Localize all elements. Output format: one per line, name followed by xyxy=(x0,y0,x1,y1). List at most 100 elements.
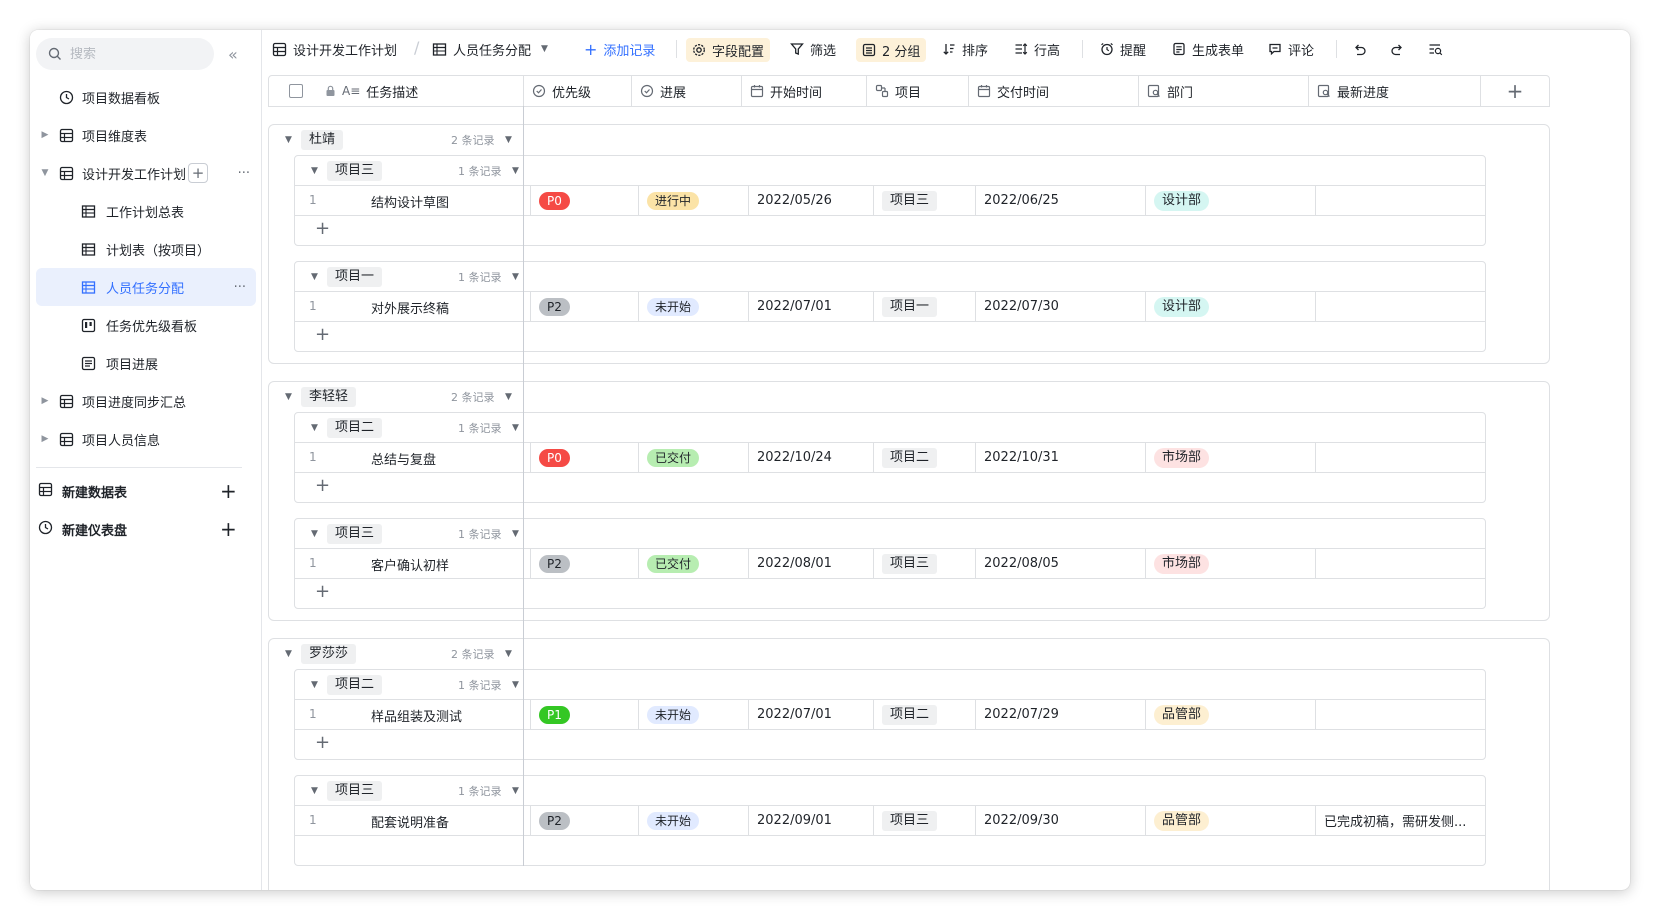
task-cell[interactable]: 1 配套说明准备 xyxy=(295,806,531,835)
project-cell[interactable]: 项目三 xyxy=(874,549,976,578)
department-cell[interactable]: 品管部 xyxy=(1146,806,1316,835)
due-date-cell[interactable]: 2022/08/05 xyxy=(976,549,1146,578)
table-name-crumb[interactable]: 设计开发工作计划 xyxy=(272,30,397,68)
view-switcher[interactable]: 人员任务分配 ▼ xyxy=(432,30,548,68)
sidebar-item-dev-plan[interactable]: ▼ 设计开发工作计划 + ··· xyxy=(30,154,262,192)
search-records-button[interactable] xyxy=(1428,30,1443,68)
generate-form-button[interactable]: 生成表单 xyxy=(1172,30,1244,68)
due-date-cell[interactable]: 2022/07/30 xyxy=(976,292,1146,321)
table-row[interactable]: 1 样品组装及测试 P1 未开始 2022/07/01 项目二 2022/07/… xyxy=(295,699,1485,730)
sidebar-item-project-dashboard[interactable]: 项目数据看板 xyxy=(30,78,262,116)
project-cell[interactable]: 项目三 xyxy=(874,186,976,215)
latest-progress-cell[interactable] xyxy=(1316,186,1486,215)
latest-progress-cell[interactable] xyxy=(1316,700,1486,729)
add-column-button[interactable]: + xyxy=(1481,76,1549,106)
collapse-group-icon[interactable]: ▼ xyxy=(311,272,318,282)
sidebar-item-progress-summary[interactable]: ▶ 项目进度同步汇总 xyxy=(30,382,262,420)
task-cell[interactable]: 1 样品组装及测试 xyxy=(295,700,531,729)
group-menu-icon[interactable]: ▼ xyxy=(505,392,512,402)
latest-progress-cell[interactable] xyxy=(1316,292,1486,321)
filter-button[interactable]: 筛选 xyxy=(790,30,836,68)
project-cell[interactable]: 项目二 xyxy=(874,443,976,472)
task-cell[interactable]: 1 总结与复盘 xyxy=(295,443,531,472)
field-config-button[interactable]: 字段配置 xyxy=(686,38,771,62)
table-row[interactable]: 1 总结与复盘 P0 已交付 2022/10/24 项目二 2022/10/31… xyxy=(295,442,1485,473)
priority-cell[interactable]: P1 xyxy=(531,700,639,729)
expand-arrow-icon[interactable]: ▶ xyxy=(40,434,50,444)
department-cell[interactable]: 市场部 xyxy=(1146,443,1316,472)
add-record-button[interactable]: + 添加记录 xyxy=(584,30,655,68)
group-menu-icon[interactable]: ▼ xyxy=(512,272,519,282)
add-row-button[interactable]: + xyxy=(315,732,330,753)
select-all-checkbox[interactable] xyxy=(289,84,303,98)
latest-progress-cell[interactable] xyxy=(1316,549,1486,578)
start-date-cell[interactable]: 2022/08/01 xyxy=(749,549,874,578)
task-cell[interactable]: 1 客户确认初样 xyxy=(295,549,531,578)
due-date-cell[interactable]: 2022/06/25 xyxy=(976,186,1146,215)
group-menu-icon[interactable]: ▼ xyxy=(505,135,512,145)
expand-arrow-icon[interactable]: ▶ xyxy=(40,396,50,406)
sidebar-item-staff-info[interactable]: ▶ 项目人员信息 xyxy=(30,420,262,458)
start-date-cell[interactable]: 2022/10/24 xyxy=(749,443,874,472)
priority-cell[interactable]: P2 xyxy=(531,806,639,835)
department-cell[interactable]: 设计部 xyxy=(1146,186,1316,215)
department-cell[interactable]: 品管部 xyxy=(1146,700,1316,729)
table-row[interactable]: 1 结构设计草图 P0 进行中 2022/05/26 项目三 2022/06/2… xyxy=(295,185,1485,216)
group-menu-icon[interactable]: ▼ xyxy=(512,423,519,433)
start-date-cell[interactable]: 2022/09/01 xyxy=(749,806,874,835)
department-cell[interactable]: 设计部 xyxy=(1146,292,1316,321)
group-menu-icon[interactable]: ▼ xyxy=(512,786,519,796)
department-cell[interactable]: 市场部 xyxy=(1146,549,1316,578)
column-header-department[interactable]: 部门 xyxy=(1139,76,1309,106)
priority-cell[interactable]: P0 xyxy=(531,186,639,215)
table-row[interactable]: 1 配套说明准备 P2 未开始 2022/09/01 项目三 2022/09/3… xyxy=(295,805,1485,836)
more-options-icon[interactable]: ··· xyxy=(234,280,246,295)
priority-cell[interactable]: P0 xyxy=(531,443,639,472)
collapse-group-icon[interactable]: ▼ xyxy=(311,166,318,176)
sidebar-item-project-progress[interactable]: 项目进展 xyxy=(30,344,262,382)
table-row[interactable]: 1 对外展示终稿 P2 未开始 2022/07/01 项目一 2022/07/3… xyxy=(295,291,1485,322)
column-header-start-date[interactable]: 开始时间 xyxy=(742,76,867,106)
frozen-column-divider[interactable] xyxy=(523,106,524,866)
more-options-icon[interactable]: ··· xyxy=(238,166,250,181)
create-dashboard-item[interactable]: 新建仪表盘 + xyxy=(30,510,262,548)
add-dashboard-icon[interactable]: + xyxy=(220,517,237,541)
column-header-due-date[interactable]: 交付时间 xyxy=(969,76,1139,106)
comment-button[interactable]: 评论 xyxy=(1268,30,1314,68)
status-cell[interactable]: 未开始 xyxy=(639,806,749,835)
search-input[interactable] xyxy=(70,46,200,62)
collapse-group-icon[interactable]: ▼ xyxy=(285,392,292,402)
column-header-latest-progress[interactable]: 最新进度 xyxy=(1309,76,1481,106)
add-view-button[interactable]: + xyxy=(188,163,208,183)
task-cell[interactable]: 1 对外展示终稿 xyxy=(295,292,531,321)
status-cell[interactable]: 已交付 xyxy=(639,443,749,472)
due-date-cell[interactable]: 2022/07/29 xyxy=(976,700,1146,729)
sidebar-item-priority-kanban[interactable]: 任务优先级看板 xyxy=(30,306,262,344)
due-date-cell[interactable]: 2022/09/30 xyxy=(976,806,1146,835)
latest-progress-cell[interactable]: 已完成初稿，需研发侧... xyxy=(1316,806,1486,835)
sort-button[interactable]: 排序 xyxy=(942,30,988,68)
collapse-sidebar-icon[interactable]: « xyxy=(228,45,238,64)
start-date-cell[interactable]: 2022/07/01 xyxy=(749,700,874,729)
table-row[interactable]: 1 客户确认初样 P2 已交付 2022/08/01 项目三 2022/08/0… xyxy=(295,548,1485,579)
collapse-group-icon[interactable]: ▼ xyxy=(285,649,292,659)
status-cell[interactable]: 未开始 xyxy=(639,292,749,321)
start-date-cell[interactable]: 2022/05/26 xyxy=(749,186,874,215)
status-cell[interactable]: 已交付 xyxy=(639,549,749,578)
sidebar-item-staff-task-assignment[interactable]: 人员任务分配 ··· xyxy=(36,268,256,306)
priority-cell[interactable]: P2 xyxy=(531,292,639,321)
collapse-group-icon[interactable]: ▼ xyxy=(311,529,318,539)
due-date-cell[interactable]: 2022/10/31 xyxy=(976,443,1146,472)
row-height-button[interactable]: 行高 xyxy=(1014,30,1060,68)
project-cell[interactable]: 项目二 xyxy=(874,700,976,729)
project-cell[interactable]: 项目三 xyxy=(874,806,976,835)
column-header-status[interactable]: 进展 xyxy=(632,76,742,106)
add-row-button[interactable]: + xyxy=(315,218,330,239)
status-cell[interactable]: 未开始 xyxy=(639,700,749,729)
collapse-group-icon[interactable]: ▼ xyxy=(311,680,318,690)
group-menu-icon[interactable]: ▼ xyxy=(512,529,519,539)
add-row-button[interactable]: + xyxy=(315,581,330,602)
sidebar-item-plan-overview[interactable]: 工作计划总表 xyxy=(30,192,262,230)
add-table-icon[interactable]: + xyxy=(220,479,237,503)
reminder-button[interactable]: 提醒 xyxy=(1100,30,1146,68)
